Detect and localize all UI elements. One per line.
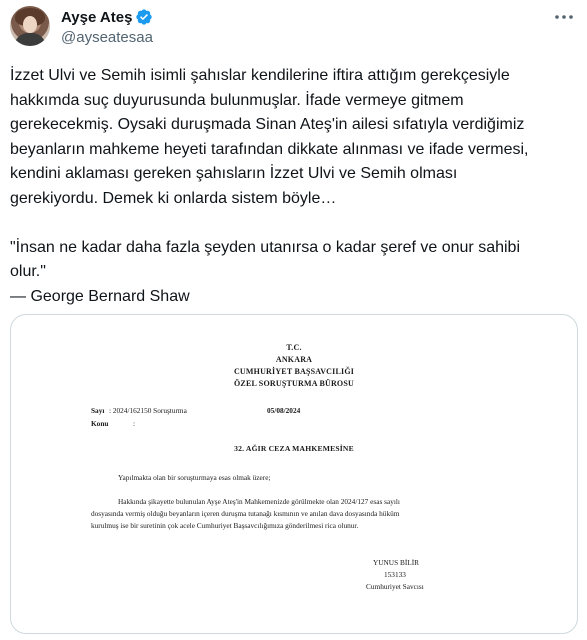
name-row: Ayşe Ateş xyxy=(61,7,153,27)
doc-recipient: 32. AĞIR CEZA MAHKEMESİNE xyxy=(234,444,354,453)
doc-konu-label: Konu xyxy=(91,419,109,428)
doc-header-city: ANKARA xyxy=(275,355,313,364)
display-name[interactable]: Ayşe Ateş xyxy=(61,9,132,26)
tweet-text: İzzet Ulvi ve Semih isimli şahıslar kend… xyxy=(10,67,529,305)
doc-date: 05/08/2024 xyxy=(267,406,301,415)
doc-header-bureau: ÖZEL SORUŞTURMA BÜROSU xyxy=(234,379,354,388)
doc-body-line: Yapılmakta olan bir soruşturmaya esas ol… xyxy=(118,473,271,482)
doc-body-line: Hakkında şikayette bulunulan Ayşe Ateş'i… xyxy=(118,497,400,506)
doc-signature-id: 153133 xyxy=(384,570,406,579)
tweet-header: Ayşe Ateş @ayseatesaa xyxy=(0,0,587,56)
avatar[interactable] xyxy=(10,6,50,46)
doc-header-tc: T.C. xyxy=(286,343,302,352)
doc-body-line: kurulmuş ise bir suretinin çok acele Cum… xyxy=(91,521,359,530)
verified-badge-icon xyxy=(136,9,153,25)
attached-document-image[interactable]: T.C. ANKARA CUMHURİYET BAŞSAVCILIĞI ÖZEL… xyxy=(10,314,578,634)
doc-konu-value: : xyxy=(133,419,136,428)
doc-sayi-value: : 2024/162150 Soruşturma xyxy=(109,406,187,415)
doc-signature-title: Cumhuriyet Savcısı xyxy=(366,582,424,591)
doc-sayi-label: Sayı xyxy=(91,406,105,415)
user-handle[interactable]: @ayseatesaa xyxy=(61,29,153,46)
more-options-icon[interactable] xyxy=(553,10,575,24)
doc-signature-name: YUNUS BİLİR xyxy=(373,558,420,567)
official-document: T.C. ANKARA CUMHURİYET BAŞSAVCILIĞI ÖZEL… xyxy=(11,315,577,633)
doc-body-line: dosyasında vermiş olduğu beyanların içer… xyxy=(91,509,400,518)
doc-header-office: CUMHURİYET BAŞSAVCILIĞI xyxy=(233,367,355,376)
